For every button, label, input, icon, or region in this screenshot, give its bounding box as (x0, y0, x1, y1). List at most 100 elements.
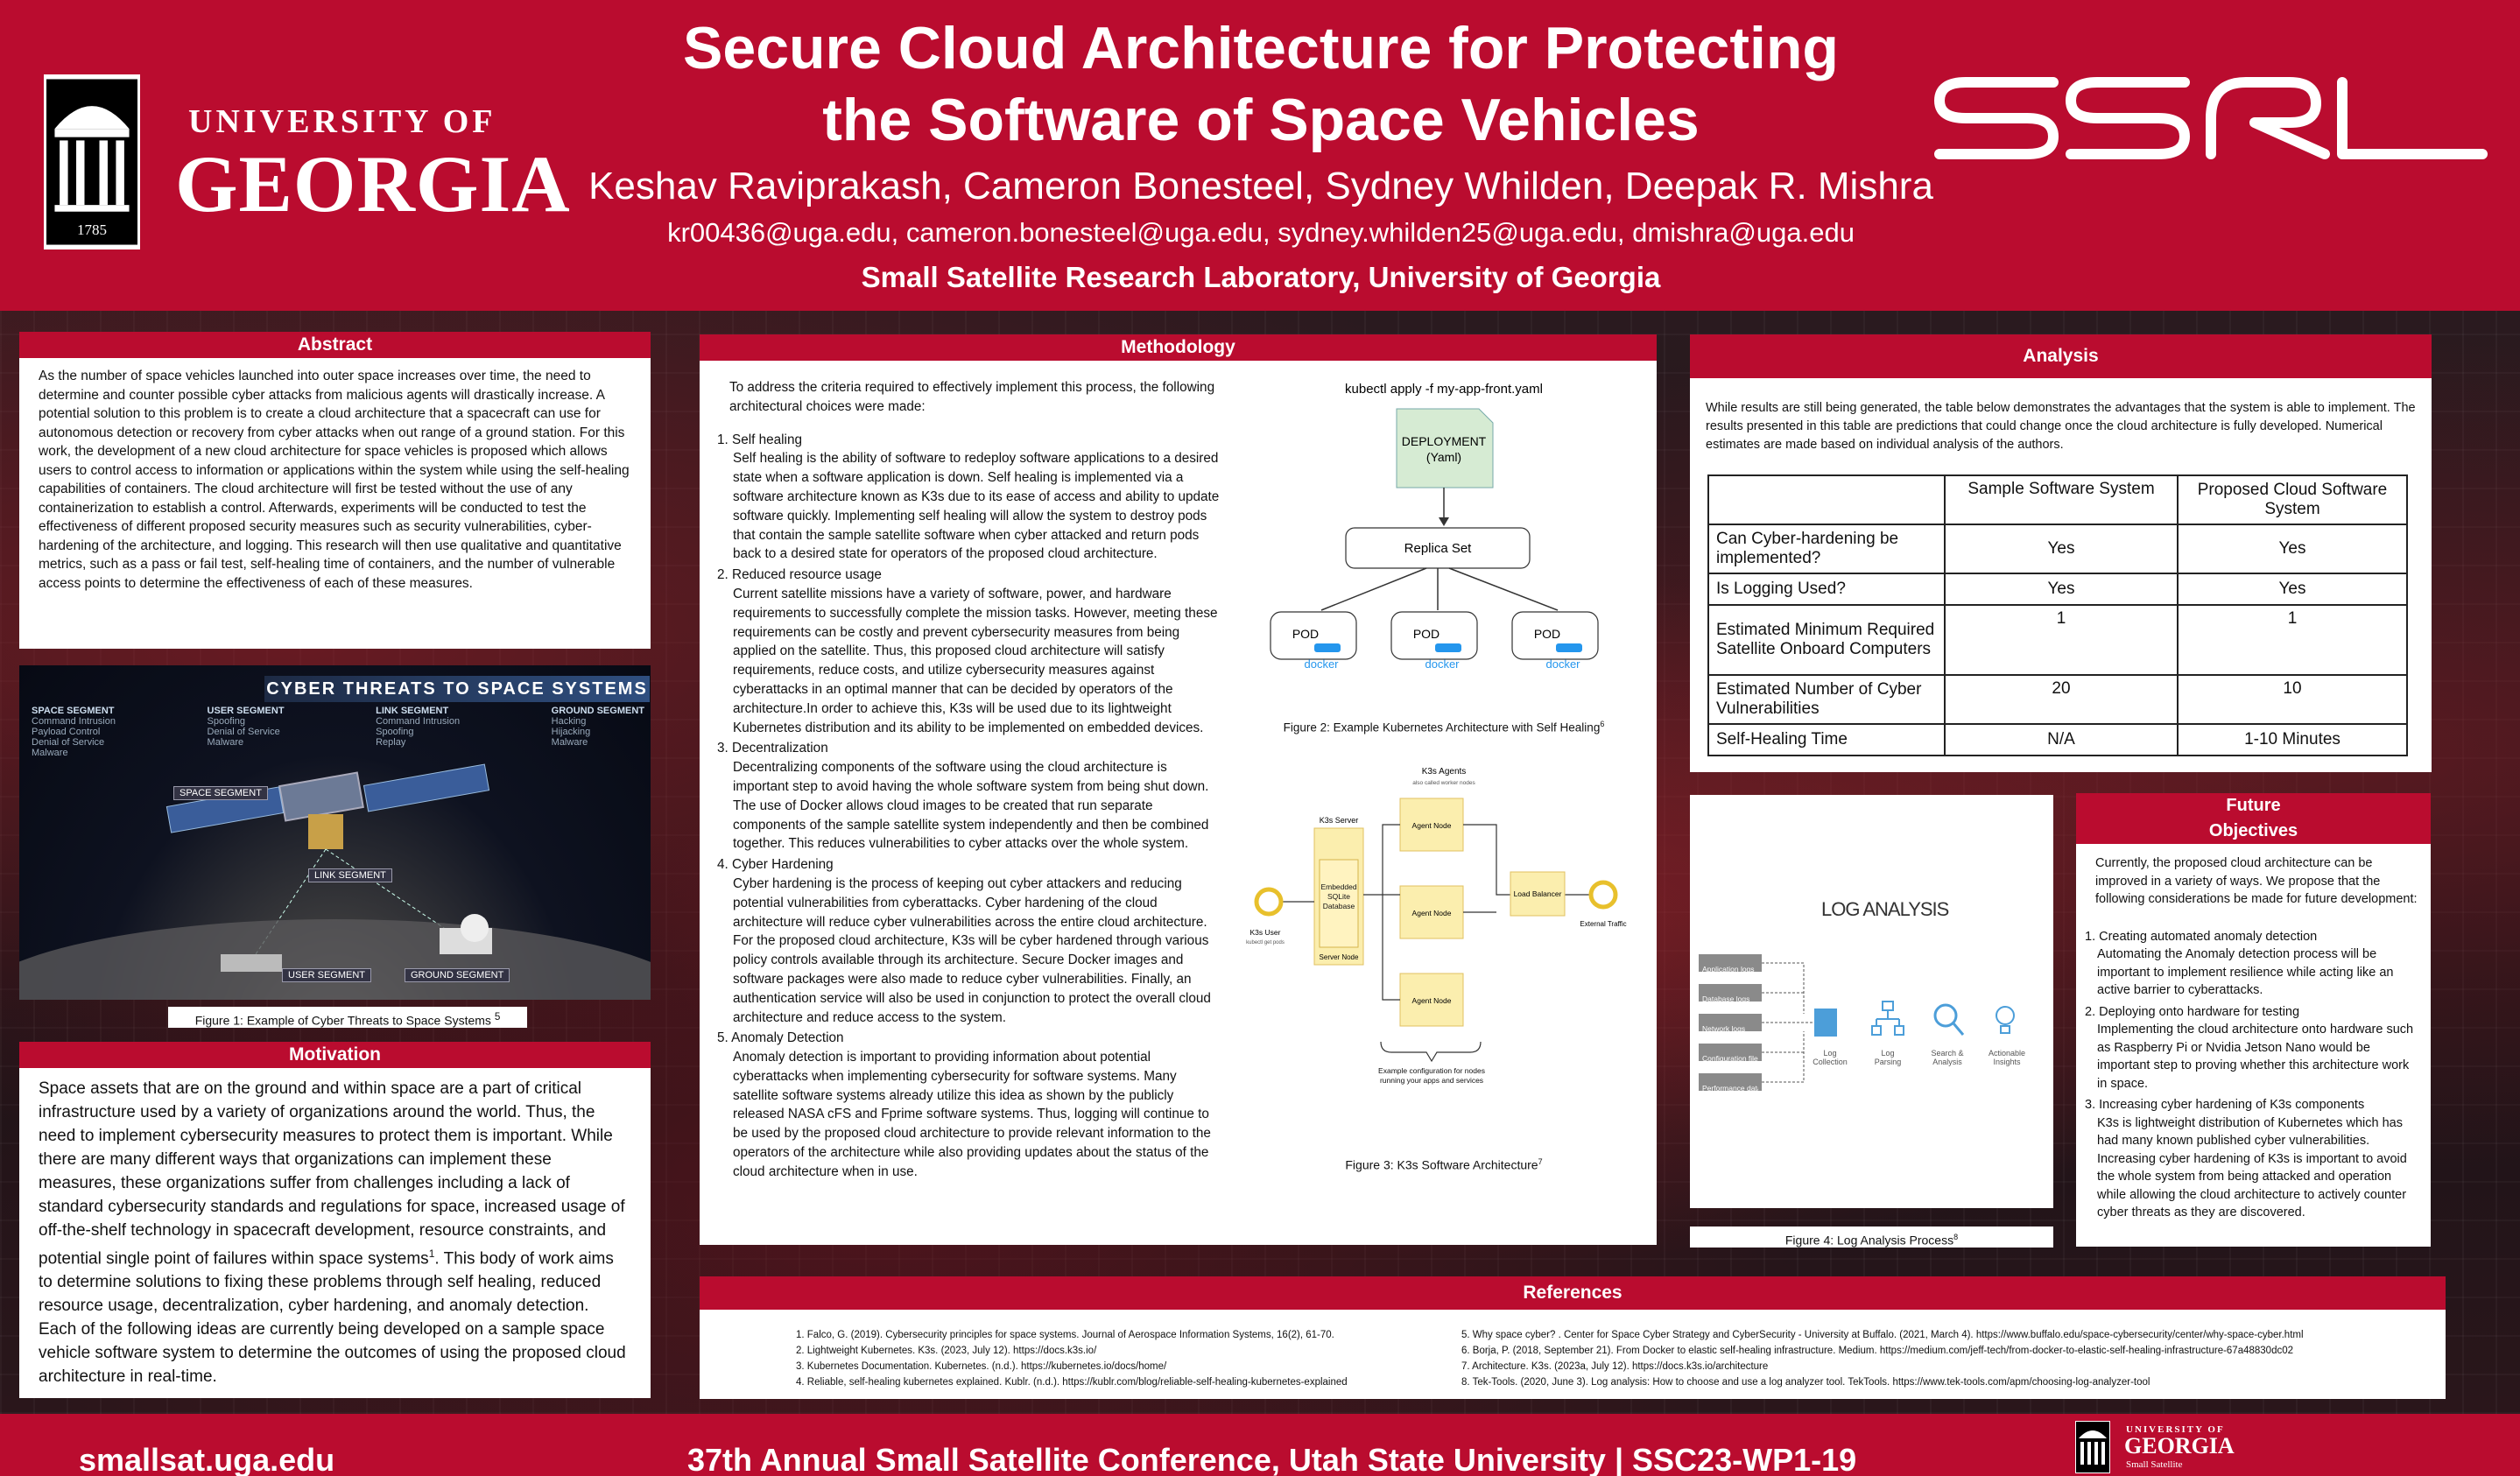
table-header-row: Sample Software System Proposed Cloud So… (1707, 474, 2408, 525)
search-icon (1933, 1003, 1965, 1036)
analysis-panel: Analysis While results are still being g… (1690, 334, 2432, 772)
deployment-sub: (Yaml) (1426, 450, 1461, 464)
k3s-user-icon (1254, 887, 1284, 917)
references-right: 5. Why space cyber? . Center for Space C… (1461, 1327, 2433, 1390)
future-intro: Currently, the proposed cloud architectu… (2095, 856, 2418, 906)
uga-year: 1785 (77, 221, 107, 238)
replica-set-label: Replica Set (1404, 541, 1473, 556)
figure-3-diagram: K3s Agents also called worker nodes K3s … (1246, 767, 1626, 1085)
k3s-server-label: K3s Server (1320, 816, 1359, 825)
abstract-heading: Abstract (19, 332, 651, 358)
step-label: Search & Analysis (1931, 1049, 1964, 1066)
agent-node-label: Agent Node (1412, 996, 1452, 1005)
k3s-agents-sub: also called worker nodes (1412, 780, 1475, 786)
table-row: Estimated Minimum Required Satellite Onb… (1707, 604, 2408, 676)
step-label: Log Collection (1813, 1049, 1848, 1066)
pod-label: POD (1534, 627, 1560, 641)
references-panel: References 1. Falco, G. (2019). Cybersec… (700, 1276, 2446, 1399)
table-row: Self-Healing Time N/A 1-10 Minutes (1707, 723, 2408, 756)
log-analysis-title: LOG ANALYSIS (1821, 898, 1949, 920)
future-objectives-heading: Future Objectives (2076, 793, 2431, 844)
step-label: Actionable Insights (1988, 1049, 2026, 1066)
abstract-text: As the number of space vehicles launched… (39, 369, 630, 591)
log-source-labels: Application logs Database logs Network l… (1702, 965, 1758, 1093)
figure-2-diagram: kubectl apply -f my-app-front.yaml DEPLO… (1270, 382, 1599, 671)
k3s-agents-label: K3s Agents (1422, 767, 1467, 777)
figure-4-caption: Figure 4: Log Analysis Process8 (1690, 1226, 2053, 1248)
satellite-icon (165, 763, 490, 849)
future-objectives-panel: Future Objectives Currently, the propose… (2076, 793, 2431, 1247)
figure-2-caption: Figure 2: Example Kubernetes Architectur… (1283, 720, 1605, 734)
methodology-heading: Methodology (700, 334, 1657, 361)
poster-title: Secure Cloud Architecture for Protecting… (613, 12, 1909, 156)
agent-node-label: Agent Node (1412, 909, 1452, 917)
log-parsing-icon (1871, 1001, 1904, 1036)
list-item: 3. Decentralization Decentralizing compo… (717, 741, 1209, 852)
table-header-cell: Sample Software System (1944, 474, 2179, 525)
table-row: Can Cyber-hardening be implemented? Yes … (1707, 524, 2408, 574)
uga-logo: 1785 UNIVERSITY OF GEORGIA (44, 74, 570, 250)
figure-1-image: CYBER THREATS TO SPACE SYSTEMS SPACE SEG… (19, 665, 651, 1000)
label-user-segment: USER SEGMENT (282, 968, 372, 982)
list-item: 1. Self healing Self healing is the abil… (717, 432, 1220, 562)
load-balancer-label: Load Balancer (1514, 889, 1562, 898)
uga-arch-icon (2075, 1421, 2110, 1473)
figure-4-panel: LOG ANALYSIS Application logs Database l… (1690, 795, 2053, 1208)
reference-item: 2. Lightweight Kubernetes. K3s. (2023, J… (796, 1346, 1097, 1356)
label-ground-segment: GROUND SEGMENT (405, 968, 510, 982)
poster-footer: smallsat.uga.edu 37th Annual Small Satel… (0, 1414, 2520, 1476)
docker-label: docker (1545, 657, 1580, 671)
list-item: 2. Deploying onto hardware for testing I… (2085, 1004, 2414, 1091)
uga-wordmark-top: UNIVERSITY OF (188, 103, 496, 140)
figure-1-caption: Figure 1: Example of Cyber Threats to Sp… (168, 1007, 527, 1028)
abstract-panel: Abstract As the number of space vehicles… (19, 332, 651, 649)
references-heading: References (700, 1276, 2446, 1310)
list-item: 3. Increasing cyber hardening of K3s com… (2085, 1098, 2407, 1219)
table-row: Estimated Number of Cyber Vulnerabilitie… (1707, 674, 2408, 725)
insights-icon (1996, 1006, 2015, 1034)
uga-wordmark-main: GEORGIA (175, 139, 571, 228)
authors: Keshav Raviprakash, Cameron Bonesteel, S… (588, 165, 1933, 207)
title-line-1: Secure Cloud Architecture for Protecting (683, 15, 1839, 81)
kubectl-command: kubectl apply -f my-app-front.yaml (1345, 382, 1543, 397)
future-objectives-body: Currently, the proposed cloud architectu… (2076, 844, 2431, 1222)
reference-item: 7. Architecture. K3s. (2023a, July 12). … (1461, 1361, 1769, 1372)
motivation-heading: Motivation (19, 1042, 651, 1068)
reference-item: 1. Falco, G. (2019). Cybersecurity princ… (796, 1330, 1334, 1340)
conference-info: 37th Annual Small Satellite Conference, … (687, 1442, 1857, 1476)
docker-label: docker (1425, 657, 1460, 671)
analysis-heading: Analysis (1690, 334, 2432, 378)
deployment-doc-icon (1396, 408, 1494, 488)
reference-item: 8. Tek-Tools. (2020, June 3). Log analys… (1461, 1377, 2150, 1388)
title-line-2: the Software of Space Vehicles (822, 87, 1700, 153)
satellite-illustration (19, 763, 651, 1000)
configuration-note: Example configuration for nodes running … (1378, 1066, 1485, 1085)
ssrl-logo (1934, 77, 2488, 159)
sqlite-db-label: Embedded SQLite Database (1320, 882, 1357, 910)
agent-node-label: Agent Node (1412, 821, 1452, 830)
pod-label: POD (1413, 627, 1439, 641)
k3s-user-sub: kubectl get pods (1246, 940, 1285, 945)
reference-item: 3. Kubernetes Documentation. Kubernetes.… (796, 1361, 1167, 1372)
website-link[interactable]: smallsat.uga.edu (79, 1442, 334, 1476)
list-item: 1. Creating automated anomaly detection … (2085, 929, 2394, 998)
label-space-segment: SPACE SEGMENT (173, 786, 268, 800)
list-item: 2. Reduced resource usage Current satell… (717, 567, 1218, 735)
methodology-panel: Methodology To address the criteria requ… (700, 334, 1657, 1245)
list-item: 4. Cyber Hardening Cyber hardening is th… (717, 857, 1211, 1025)
emails: kr00436@uga.edu, cameron.bonesteel@uga.e… (667, 217, 1855, 248)
methodology-text: To address the criteria required to effe… (717, 378, 1225, 1182)
label-link-segment: LINK SEGMENT (308, 868, 392, 882)
analysis-table: Sample Software System Proposed Cloud So… (1707, 474, 2408, 756)
docker-label: docker (1304, 657, 1339, 671)
deployment-label: DEPLOYMENT (1402, 434, 1487, 448)
motivation-panel: Motivation Space assets that are on the … (19, 1042, 651, 1398)
uga-arch-icon: 1785 (44, 74, 140, 250)
reference-item: 4. Reliable, self-healing kubernetes exp… (796, 1377, 1348, 1388)
k3s-user-label: K3s User (1250, 928, 1281, 937)
server-node-label: Server Node (1320, 953, 1359, 961)
lab-name: Small Satellite Research Laboratory, Uni… (861, 261, 1661, 293)
reference-item: 5. Why space cyber? . Center for Space C… (1461, 1330, 2304, 1340)
list-item: 5. Anomaly Detection Anomaly detection i… (717, 1030, 1211, 1179)
external-traffic-label: External Traffic (1580, 920, 1626, 928)
